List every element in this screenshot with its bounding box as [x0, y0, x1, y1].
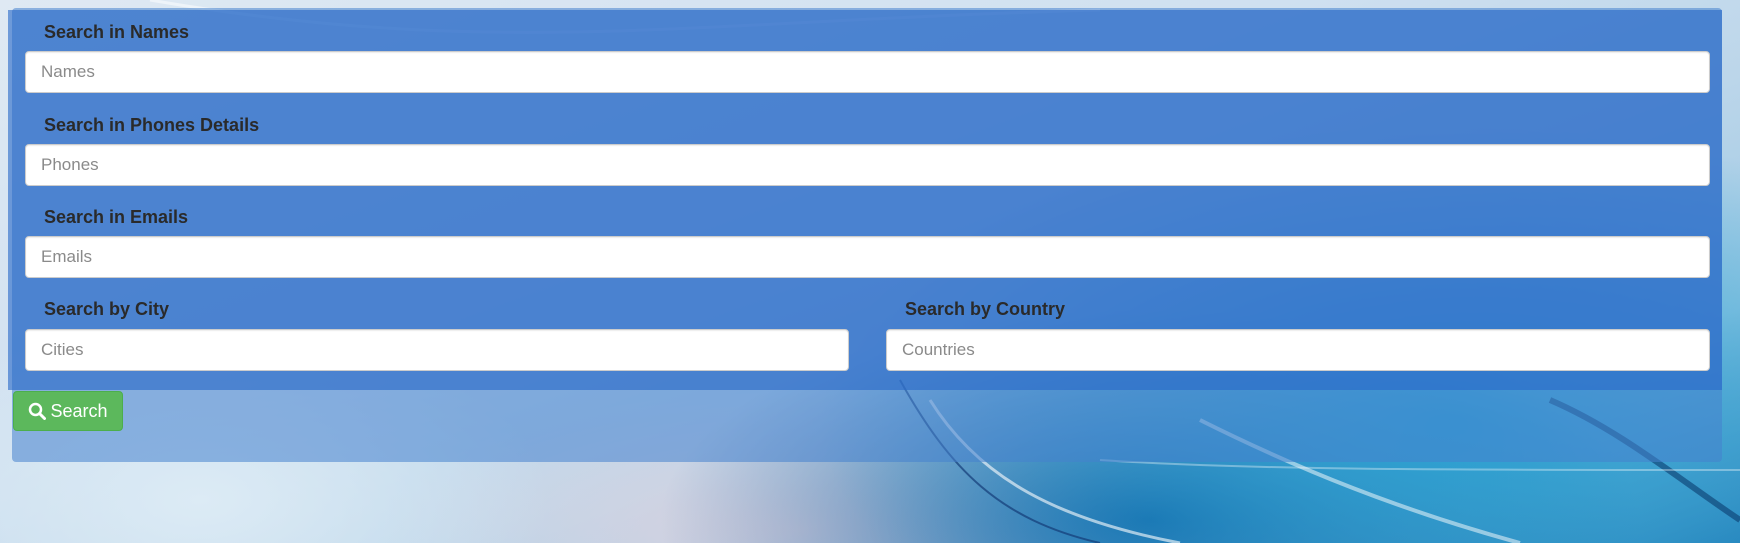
- names-input[interactable]: [25, 51, 1710, 93]
- city-label: Search by City: [44, 299, 170, 319]
- emails-label: Search in Emails: [44, 207, 189, 227]
- city-input[interactable]: [25, 329, 849, 371]
- names-label: Search in Names: [44, 22, 190, 42]
- search-button-label: Search: [50, 400, 108, 421]
- phones-label: Search in Phones Details: [44, 115, 260, 135]
- phones-input[interactable]: [25, 144, 1710, 186]
- emails-input[interactable]: [25, 236, 1710, 278]
- country-label: Search by Country: [905, 299, 1066, 319]
- search-button[interactable]: Search: [13, 391, 123, 431]
- search-icon: [28, 402, 47, 420]
- country-input[interactable]: [886, 329, 1710, 371]
